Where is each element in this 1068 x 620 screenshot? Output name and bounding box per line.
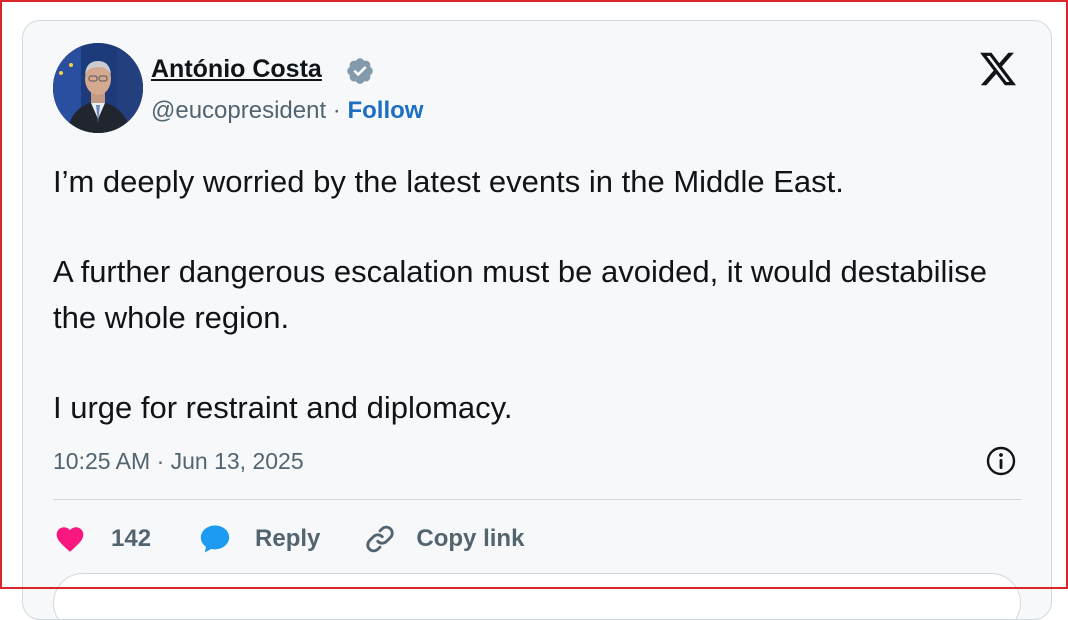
speech-bubble-icon bbox=[200, 525, 230, 553]
divider bbox=[53, 499, 1021, 500]
tweet-paragraph: A further dangerous escalation must be a… bbox=[53, 254, 988, 335]
link-icon bbox=[366, 525, 395, 553]
separator: · bbox=[326, 97, 348, 124]
heart-icon bbox=[56, 527, 84, 552]
reply-box[interactable] bbox=[53, 573, 1021, 619]
like-button[interactable]: 142 bbox=[53, 523, 151, 555]
timestamp[interactable]: 10:25 AM · Jun 13, 2025 bbox=[53, 448, 304, 475]
info-icon[interactable] bbox=[985, 445, 1017, 477]
handle-line: @eucopresident · Follow bbox=[151, 97, 423, 125]
tweet-paragraph: I’m deeply worried by the latest events … bbox=[53, 164, 844, 199]
like-count: 142 bbox=[111, 525, 152, 552]
reply-label: Reply bbox=[255, 525, 321, 552]
author-handle[interactable]: @eucopresident bbox=[151, 97, 326, 124]
x-logo-icon[interactable] bbox=[977, 49, 1019, 89]
tweet-card: António Costa @eucopresident · Follow I’… bbox=[22, 20, 1052, 620]
action-bar: 142 Reply Copy link bbox=[53, 518, 524, 560]
tweet-paragraph: I urge for restraint and diplomacy. bbox=[53, 390, 513, 425]
avatar[interactable] bbox=[53, 43, 143, 133]
verified-badge-icon bbox=[347, 58, 373, 84]
copy-link-label: Copy link bbox=[416, 525, 525, 552]
author-name[interactable]: António Costa bbox=[151, 55, 322, 84]
follow-button[interactable]: Follow bbox=[347, 97, 423, 124]
reply-button[interactable]: Reply bbox=[197, 522, 320, 556]
copy-link-button[interactable]: Copy link bbox=[362, 521, 524, 557]
tweet-text: I’m deeply worried by the latest events … bbox=[53, 159, 1033, 431]
